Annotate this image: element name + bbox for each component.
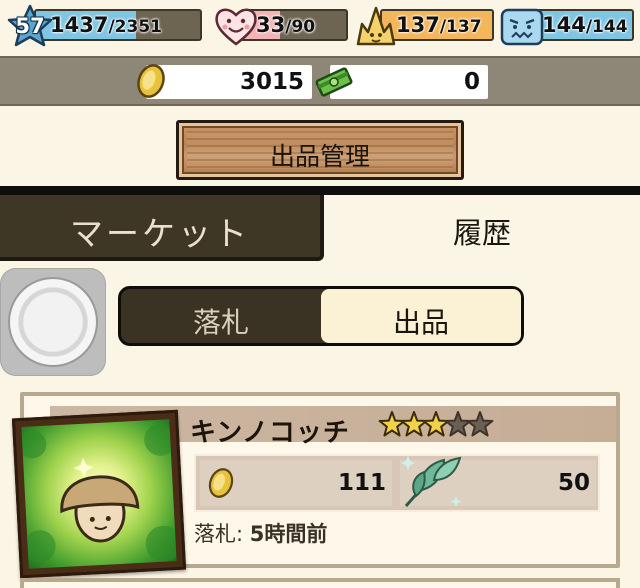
bid-listing-toggle: 落札 出品 <box>118 286 524 346</box>
mushroom-character-icon <box>21 423 177 563</box>
star-empty-icon <box>466 411 494 437</box>
mood-max: /144 <box>585 17 628 37</box>
leaf-price-cell: 50 <box>400 456 596 507</box>
coin-price: 111 <box>337 470 386 496</box>
star-filled-icon <box>422 411 450 437</box>
angry-face-icon <box>500 8 544 46</box>
leaf-price: 50 <box>557 470 590 496</box>
mood-current: 144 <box>542 13 586 37</box>
tab-market[interactable]: マーケット <box>0 195 324 261</box>
star-empty-icon <box>444 411 472 437</box>
item-name: キンノコッチ <box>190 418 350 448</box>
heart-max: /90 <box>285 17 316 37</box>
circle-icon <box>8 277 98 367</box>
status-bar: 1437/2351 57 33/90 137/137 144/144 <box>0 0 640 52</box>
manage-listings-label: 出品管理 <box>269 142 370 171</box>
cash-balance: 0 <box>463 69 480 95</box>
bid-time-value: 5時間前 <box>249 522 328 546</box>
segment-listing-label: 出品 <box>392 306 449 339</box>
coin-balance: 3015 <box>239 69 304 95</box>
next-history-card[interactable] <box>20 578 620 588</box>
heart-current: 33 <box>256 13 286 37</box>
tab-history[interactable]: 履歴 <box>324 195 640 259</box>
segment-bid-label: 落札 <box>192 306 249 339</box>
assistive-touch-button[interactable] <box>0 268 106 376</box>
heart-gauge: 33/90 <box>212 4 348 46</box>
mood-gauge: 144/144 <box>498 4 634 46</box>
currency-bar: 3015 0 <box>0 56 640 106</box>
coin-price-cell: 111 <box>200 460 392 506</box>
manage-listings-button[interactable]: 出品管理 <box>176 120 464 180</box>
heart-face-icon <box>215 8 257 46</box>
price-row: 111 50 <box>194 454 600 512</box>
stamina-max: /137 <box>439 17 482 37</box>
stamina-current: 137 <box>396 13 440 37</box>
stamina-gauge: 137/137 <box>352 4 494 46</box>
segment-bid[interactable]: 落札 <box>121 289 321 343</box>
level-number: 57 <box>15 14 45 38</box>
bid-time-row: 落札: 5時間前 <box>194 518 327 548</box>
segment-listing[interactable]: 出品 <box>321 289 521 343</box>
hp-gauge: 1437/2351 57 <box>6 4 202 47</box>
gold-coin-icon <box>137 64 165 98</box>
silver-leaf-icon <box>401 456 462 507</box>
gold-coin-icon <box>208 468 234 498</box>
cash-bundle-icon <box>315 67 353 97</box>
section-divider <box>0 186 640 195</box>
star-filled-icon <box>400 411 428 437</box>
spark-face-icon <box>356 6 396 46</box>
item-thumbnail <box>11 409 187 579</box>
coin-balance-box: 3015 <box>146 65 312 99</box>
tab-history-label: 履歴 <box>452 216 511 250</box>
star-filled-icon <box>378 411 406 437</box>
rarity-stars <box>378 411 494 437</box>
bid-time-label: 落札: <box>194 522 250 546</box>
hp-max: /2351 <box>108 17 162 37</box>
hp-current: 1437 <box>50 13 109 37</box>
tab-market-label: マーケット <box>70 214 250 253</box>
